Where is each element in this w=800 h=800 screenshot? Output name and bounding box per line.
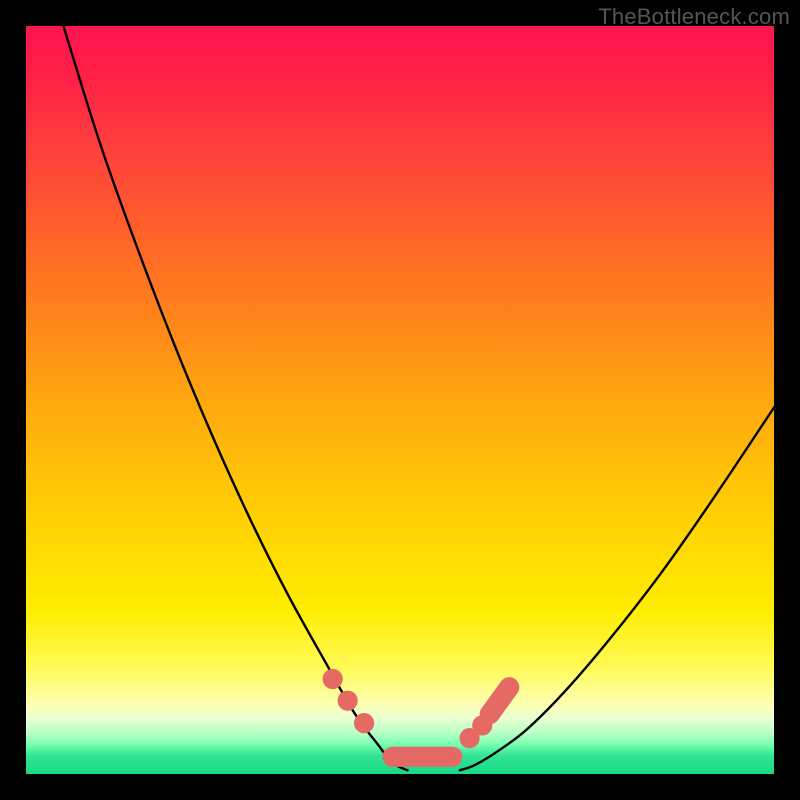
series-left-arm xyxy=(63,26,407,770)
marker-dot-1 xyxy=(354,713,374,733)
curve-group xyxy=(63,26,774,770)
marker-capsule-6 xyxy=(490,687,509,714)
chart-svg xyxy=(26,26,774,774)
series-right-arm xyxy=(460,407,774,770)
chart-frame: TheBottleneck.com xyxy=(0,0,800,800)
marker-dot-3 xyxy=(323,669,343,689)
marker-group xyxy=(323,669,510,757)
plot-area xyxy=(26,26,774,774)
marker-dot-2 xyxy=(338,691,358,711)
